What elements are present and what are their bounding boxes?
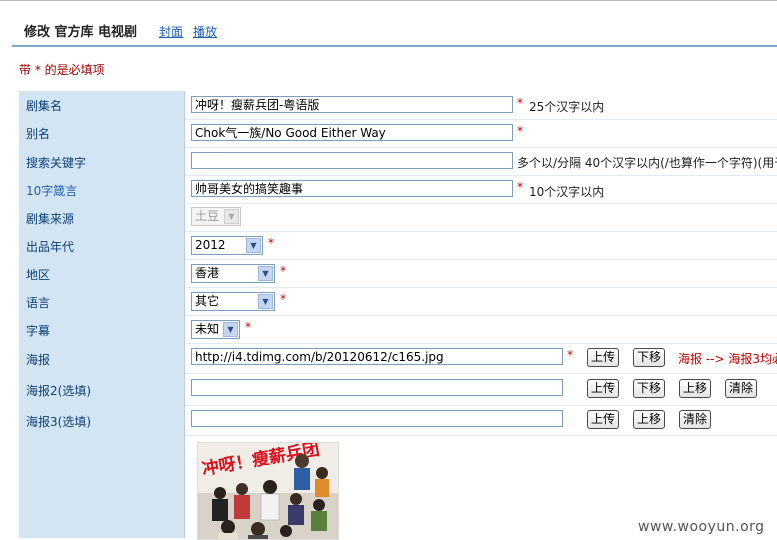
- page-header: 修改 官方库 电视剧 封面 播放: [12, 12, 777, 47]
- poster1-label: 海报: [26, 353, 51, 367]
- year-value: 2012: [195, 238, 226, 252]
- chevron-down-icon[interactable]: ▼: [246, 238, 261, 253]
- keywords-input[interactable]: [191, 152, 513, 169]
- poster3-label: 海报3(选填): [26, 415, 91, 429]
- region-select[interactable]: 香港 ▼: [191, 264, 275, 283]
- chevron-down-icon: ▼: [224, 209, 239, 224]
- tagline-input[interactable]: 帅哥美女的搞笑趣事: [191, 180, 513, 197]
- region-value: 香港: [195, 266, 220, 280]
- year-label: 出品年代: [26, 240, 75, 254]
- page-title: 修改 官方库 电视剧: [24, 25, 138, 40]
- language-select[interactable]: 其它 ▼: [191, 292, 275, 311]
- subtitle-label: 字幕: [26, 324, 51, 338]
- poster3-move-up-button[interactable]: 上移: [633, 410, 666, 429]
- row-source: 剧集来源 土豆 ▼: [19, 203, 777, 231]
- source-value: 土豆: [195, 209, 220, 223]
- edit-form: 剧集名 冲呀！瘦薪兵团-粤语版 * 25个汉字以内 别名 Chok气一族/No …: [19, 91, 777, 538]
- watermark: www.wooyun.org: [638, 519, 765, 535]
- required-star: *: [517, 96, 523, 110]
- region-label: 地区: [26, 268, 51, 282]
- row-subtitle: 字幕 未知 ▼ *: [19, 315, 777, 343]
- row-poster2: 海报2(选填) 上传 下移 上移 清除: [19, 373, 777, 405]
- row-poster3: 海报3(选填) 上传 上移 清除: [19, 405, 777, 435]
- row-year: 出品年代 2012 ▼ *: [19, 231, 777, 259]
- required-star: *: [517, 180, 523, 194]
- tagline-label: 10字箴言: [26, 184, 78, 198]
- required-star: *: [517, 124, 523, 138]
- row-region: 地区 香港 ▼ *: [19, 259, 777, 287]
- alias-input[interactable]: Chok气一族/No Good Either Way: [191, 124, 513, 141]
- poster-hint: 海报 --> 海报3均必: [678, 352, 777, 366]
- series-name-label: 剧集名: [26, 99, 63, 113]
- poster1-move-down-button[interactable]: 下移: [633, 348, 666, 367]
- subtitle-select[interactable]: 未知 ▼: [191, 320, 240, 339]
- row-divider: [185, 435, 777, 436]
- poster3-upload-button[interactable]: 上传: [587, 410, 620, 429]
- poster2-clear-button[interactable]: 清除: [725, 379, 758, 398]
- poster3-url-input[interactable]: [191, 410, 563, 427]
- required-star: *: [280, 292, 286, 306]
- required-note: 带 * 的是必填项: [19, 63, 105, 77]
- alias-label: 别名: [26, 127, 51, 141]
- required-star: *: [567, 348, 573, 362]
- tagline-hint: 10个汉字以内: [529, 185, 605, 199]
- poster1-url-input[interactable]: http://i4.tdimg.com/b/20120612/c165.jpg: [191, 348, 563, 365]
- poster1-upload-button[interactable]: 上传: [587, 348, 620, 367]
- poster3-clear-button[interactable]: 清除: [679, 410, 712, 429]
- source-label: 剧集来源: [26, 212, 75, 226]
- series-name-input[interactable]: 冲呀！瘦薪兵团-粤语版: [191, 96, 513, 113]
- source-select: 土豆 ▼: [191, 207, 241, 226]
- row-language: 语言 其它 ▼ *: [19, 287, 777, 315]
- row-poster1: 海报 http://i4.tdimg.com/b/20120612/c165.j…: [19, 343, 777, 373]
- row-series-name: 剧集名 冲呀！瘦薪兵团-粤语版 * 25个汉字以内: [19, 91, 777, 119]
- year-select[interactable]: 2012 ▼: [191, 236, 263, 255]
- series-name-hint: 25个汉字以内: [529, 100, 605, 114]
- subtitle-value: 未知: [195, 322, 220, 336]
- row-tagline: 10字箴言 帅哥美女的搞笑趣事 * 10个汉字以内: [19, 175, 777, 203]
- poster-artwork: 冲呀！瘦薪兵团: [198, 443, 338, 539]
- poster2-upload-button[interactable]: 上传: [587, 379, 620, 398]
- play-link[interactable]: 播放: [193, 23, 217, 40]
- required-star: *: [245, 320, 251, 334]
- chevron-down-icon[interactable]: ▼: [223, 322, 238, 337]
- poster-preview-image: 冲呀！瘦薪兵团: [197, 442, 339, 540]
- poster2-label: 海报2(选填): [26, 384, 91, 398]
- poster2-move-down-button[interactable]: 下移: [633, 379, 666, 398]
- row-keywords: 搜索关键字 多个以/分隔 40个汉字以内(/也算作一个字符)(用于: [19, 147, 777, 175]
- chevron-down-icon[interactable]: ▼: [258, 294, 273, 309]
- poster2-url-input[interactable]: [191, 379, 563, 396]
- poster2-move-up-button[interactable]: 上移: [679, 379, 712, 398]
- keywords-label: 搜索关键字: [26, 156, 87, 170]
- top-border: [0, 0, 777, 1]
- required-star: *: [268, 236, 274, 250]
- cover-link[interactable]: 封面: [159, 23, 183, 40]
- keywords-hint: 多个以/分隔 40个汉字以内(/也算作一个字符)(用于: [517, 156, 777, 170]
- required-star: *: [280, 264, 286, 278]
- chevron-down-icon[interactable]: ▼: [258, 266, 273, 281]
- row-alias: 别名 Chok气一族/No Good Either Way *: [19, 119, 777, 147]
- language-label: 语言: [26, 296, 51, 310]
- language-value: 其它: [195, 294, 220, 308]
